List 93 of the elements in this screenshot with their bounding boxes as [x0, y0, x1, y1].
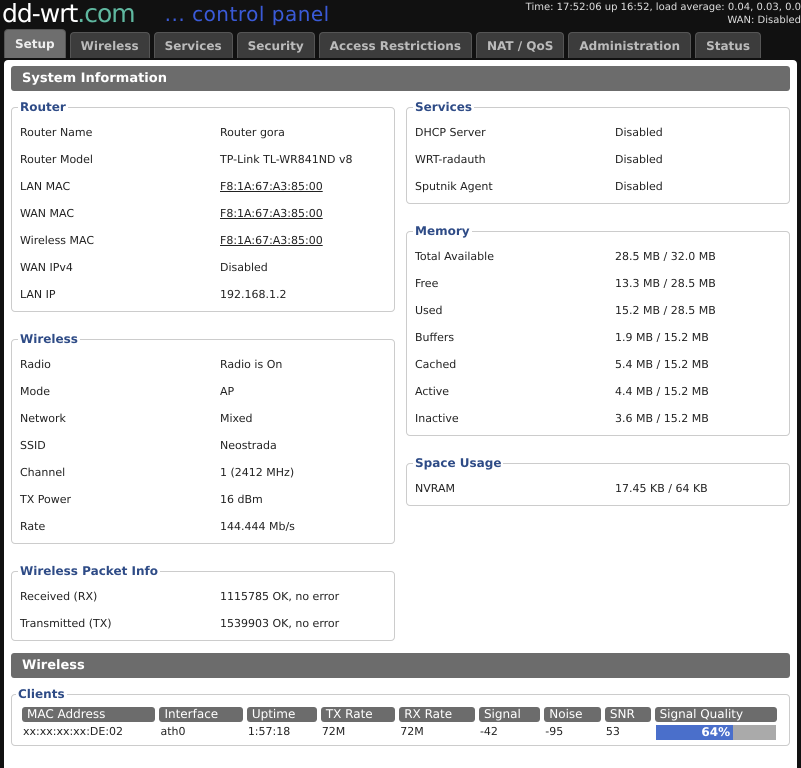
field-value: 3.6 MB / 15.2 MB — [615, 411, 709, 428]
field-label: Received (RX) — [20, 589, 98, 606]
fieldset-legend: Memory — [413, 224, 472, 238]
field-value: 192.168.1.2 — [220, 287, 286, 304]
table-cell-text: -95 — [544, 724, 564, 740]
field-label: Router Name — [20, 125, 94, 142]
fieldset-legend: Space Usage — [413, 456, 504, 470]
column-header: SNR — [604, 707, 651, 722]
table-cell-text: ath0 — [159, 724, 186, 740]
field-label: TX Power — [20, 492, 72, 508]
field-label: LAN IP — [20, 287, 57, 304]
column-header: RX Rate — [399, 707, 475, 722]
field-label: Total Available — [415, 249, 495, 266]
field-label: Wireless MAC — [20, 233, 96, 250]
column-header: Signal Quality — [654, 707, 777, 722]
field-label: Inactive — [415, 411, 460, 428]
field-value: 13.3 MB / 28.5 MB — [615, 276, 716, 292]
field-value: Router gora — [220, 125, 285, 142]
column-header: Signal — [478, 707, 540, 722]
field-value: Disabled — [220, 260, 268, 276]
field-label: Active — [415, 384, 450, 400]
field-value: 144.444 Mb/s — [220, 519, 295, 536]
table-cell-text: 72M — [399, 724, 425, 740]
column-header: Noise — [544, 707, 601, 722]
field-value: 28.5 MB / 32.0 MB — [615, 249, 716, 266]
field-value: 4.4 MB / 15.2 MB — [615, 384, 709, 400]
tagline: ... control panel — [164, 1, 330, 28]
fieldset-legend: Clients — [16, 687, 67, 701]
field-label: Free — [415, 276, 440, 292]
field-value: Radio is On — [220, 357, 282, 374]
field-value: 16 dBm — [220, 492, 263, 508]
status-text: Time: 17:52:06 up 16:52, load average: 0.04, 0.03, 0.0 — [526, 1, 801, 14]
column-header: Uptime — [246, 707, 317, 722]
column-header: TX Rate — [320, 707, 396, 722]
field-label: Buffers — [415, 330, 456, 346]
table-cell-text: xx:xx:xx:xx:DE:02 — [22, 724, 124, 740]
field-label: Channel — [20, 465, 66, 482]
nav-tab[interactable]: Services — [154, 32, 233, 58]
field-label: DHCP Server — [415, 125, 487, 142]
table-cell-text: 53 — [604, 724, 621, 740]
field-label: Sputnik Agent — [415, 179, 494, 196]
field-label: Transmitted (TX) — [20, 616, 113, 632]
mac-link[interactable]: F8:1A:67:A3:85:00 — [220, 206, 323, 223]
field-value: 1.9 MB / 15.2 MB — [615, 330, 709, 346]
field-value: Disabled — [615, 125, 663, 142]
table-cell-text: -42 — [478, 724, 499, 740]
field-value: 1539903 OK, no error — [220, 616, 340, 632]
table-cell-text: 72M — [320, 724, 346, 740]
nav-tab[interactable]: Access Restrictions — [318, 32, 472, 58]
field-value: Disabled — [615, 152, 663, 168]
fieldset-legend: Router — [18, 100, 68, 114]
signal-quality-text: 64% — [700, 724, 732, 740]
column-header: MAC Address — [22, 707, 156, 722]
logo: dd-wrt.com — [2, 0, 135, 28]
field-value: 5.4 MB / 15.2 MB — [615, 357, 709, 374]
field-label: Router Model — [20, 152, 94, 168]
nav-tab[interactable]: Security — [236, 32, 315, 58]
nav-tab[interactable]: Status — [695, 32, 761, 58]
nav-tab[interactable]: Administration — [568, 32, 692, 58]
field-value: 1 (2412 MHz) — [220, 465, 294, 482]
field-label: WAN IPv4 — [20, 260, 74, 276]
fieldset-legend: Wireless — [18, 332, 80, 346]
field-value: TP-Link TL-WR841ND v8 — [220, 152, 352, 168]
field-label: Rate — [20, 519, 46, 536]
fieldset-legend: Wireless Packet Info — [18, 564, 160, 578]
status-text: WAN: Disabled — [726, 14, 801, 27]
field-label: WRT-radauth — [415, 152, 487, 168]
column-header: Interface — [159, 707, 243, 722]
field-label: Mode — [20, 384, 51, 400]
field-value: AP — [220, 384, 234, 400]
nav-tab[interactable]: Setup — [4, 29, 66, 58]
field-value: Mixed — [220, 411, 252, 428]
fieldset-legend: Services — [413, 100, 474, 114]
section-header: Wireless — [11, 653, 790, 678]
field-value: Disabled — [615, 179, 663, 196]
mac-link[interactable]: F8:1A:67:A3:85:00 — [220, 179, 323, 196]
field-label: Cached — [415, 357, 458, 374]
field-value: Neostrada — [220, 438, 277, 454]
table-cell-text: 1:57:18 — [246, 724, 292, 740]
field-label: SSID — [20, 438, 47, 454]
field-label: NVRAM — [415, 481, 456, 498]
nav-tab[interactable]: Wireless — [70, 32, 150, 58]
field-label: Used — [415, 303, 444, 320]
field-value: 1115785 OK, no error — [220, 589, 340, 606]
field-value: 15.2 MB / 28.5 MB — [615, 303, 716, 320]
field-label: Network — [20, 411, 67, 428]
field-label: Radio — [20, 357, 52, 374]
field-label: WAN MAC — [20, 206, 76, 222]
field-label: LAN MAC — [20, 179, 72, 196]
nav-tab[interactable]: NAT / QoS — [476, 32, 564, 58]
mac-link[interactable]: F8:1A:67:A3:85:00 — [220, 233, 323, 250]
field-value: 17.45 KB / 64 KB — [615, 481, 708, 498]
section-header: System Information — [11, 66, 790, 91]
